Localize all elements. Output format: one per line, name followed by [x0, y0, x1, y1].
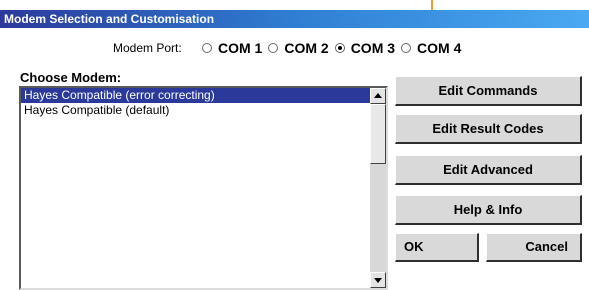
window-title: Modem Selection and Customisation	[4, 12, 215, 26]
radio-com4[interactable]: COM 4	[401, 40, 461, 56]
modem-selection-dialog: Modem Port: COM 1 COM 2 COM 3 COM 4 Choo…	[0, 28, 589, 290]
modem-listbox[interactable]: Hayes Compatible (error correcting) Haye…	[19, 86, 388, 290]
arrow-down-icon	[374, 278, 382, 283]
radio-button-icon[interactable]	[268, 43, 279, 53]
help-info-button[interactable]: Help & Info	[395, 195, 582, 225]
modem-list-item[interactable]: Hayes Compatible (default)	[21, 103, 370, 118]
radio-button-icon[interactable]	[202, 43, 212, 53]
arrow-up-icon	[374, 93, 382, 98]
modem-port-label: Modem Port:	[113, 41, 182, 55]
edit-advanced-button[interactable]: Edit Advanced	[395, 155, 582, 185]
scroll-down-button[interactable]	[370, 272, 386, 288]
radio-com1[interactable]: COM 1	[202, 40, 262, 56]
radio-com2-label: COM 2	[284, 40, 329, 56]
modem-port-radio-group: COM 1 COM 2 COM 3 COM 4	[202, 40, 467, 56]
window-title-bar: Modem Selection and Customisation	[0, 10, 589, 28]
radio-button-icon[interactable]	[401, 43, 412, 53]
ok-button[interactable]: OK	[395, 233, 479, 262]
radio-com3[interactable]: COM 3	[334, 40, 396, 56]
cancel-button[interactable]: Cancel	[486, 233, 582, 262]
modem-list-items: Hayes Compatible (error correcting) Haye…	[21, 88, 370, 288]
modem-port-row: Modem Port: COM 1 COM 2 COM 3 COM 4	[0, 38, 589, 60]
radio-com1-label: COM 1	[218, 40, 263, 56]
radio-com3-label: COM 3	[350, 40, 396, 56]
radio-button-selected-icon[interactable]	[334, 43, 345, 53]
radio-com2[interactable]: COM 2	[268, 40, 329, 56]
choose-modem-label: Choose Modem:	[20, 70, 122, 85]
edit-result-codes-button[interactable]: Edit Result Codes	[395, 114, 582, 144]
vertical-scrollbar[interactable]	[370, 88, 386, 288]
scroll-up-button[interactable]	[370, 88, 386, 104]
radio-com4-label: COM 4	[417, 40, 462, 56]
modem-list-item[interactable]: Hayes Compatible (error correcting)	[21, 88, 370, 103]
edit-commands-button[interactable]: Edit Commands	[395, 76, 582, 106]
scroll-thumb[interactable]	[370, 104, 386, 164]
